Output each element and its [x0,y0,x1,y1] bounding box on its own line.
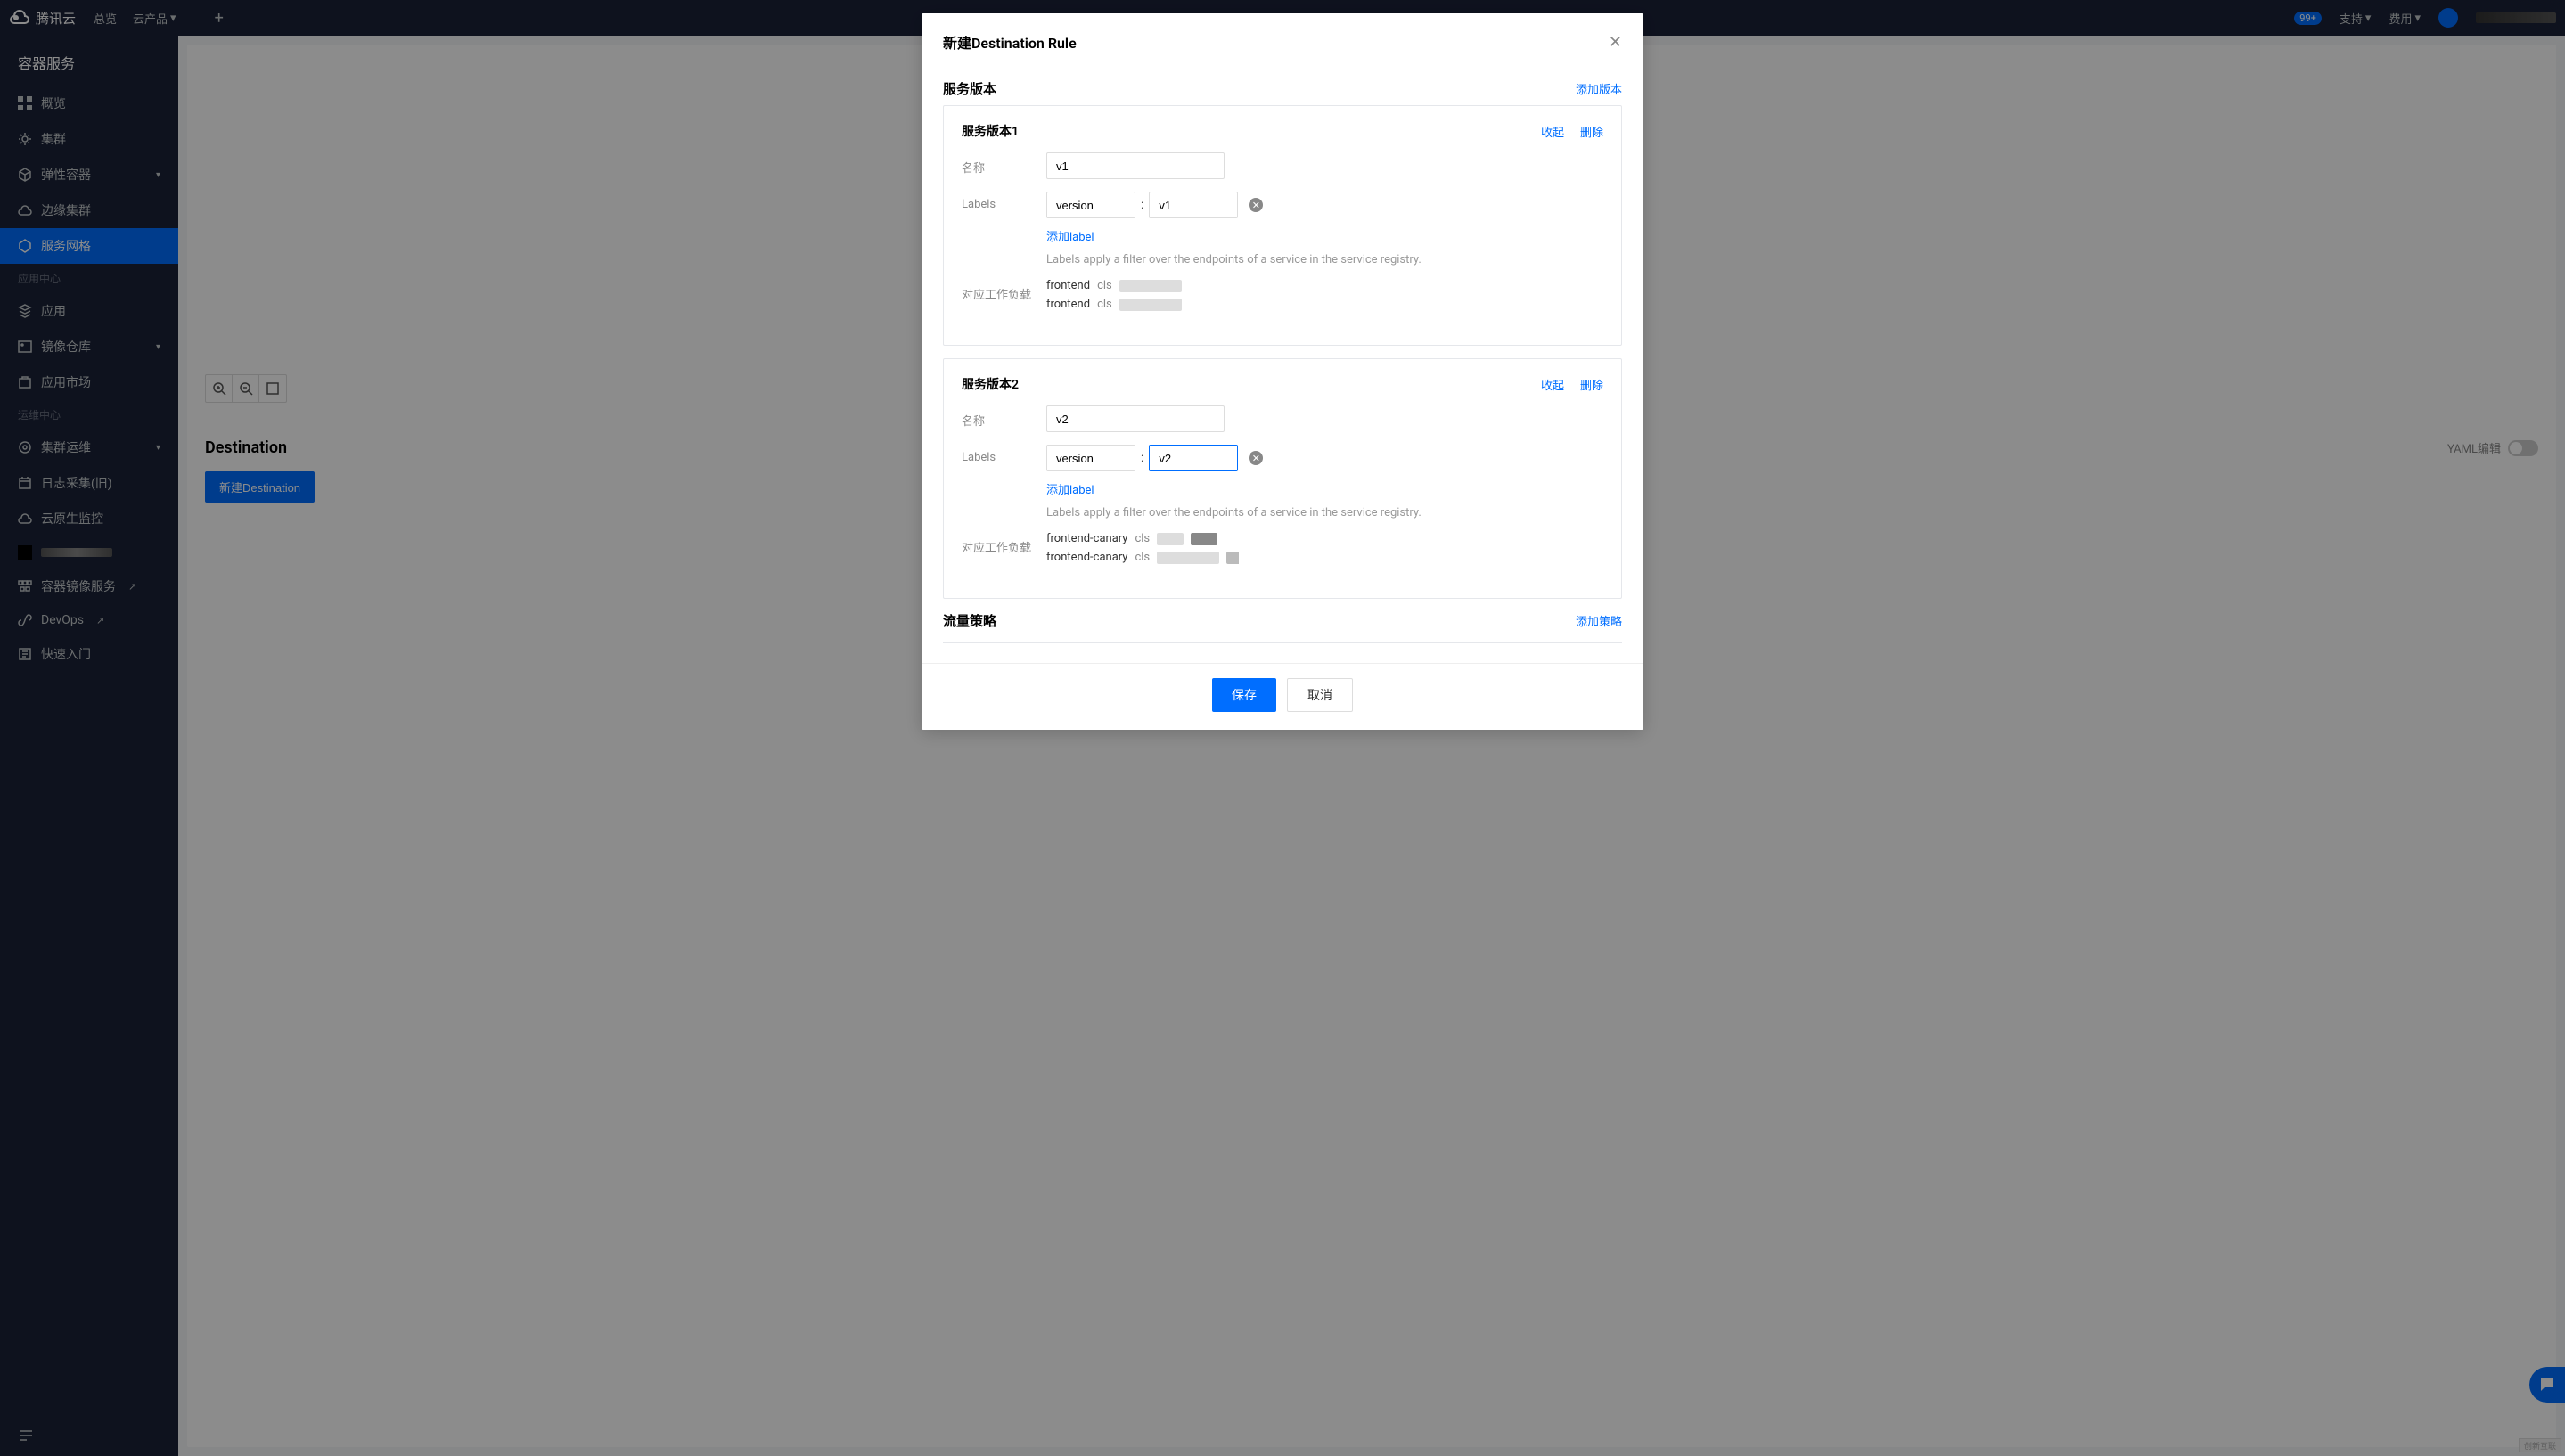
remove-label-icon[interactable]: ✕ [1249,198,1263,212]
workload-item: frontend cls [1046,279,1603,292]
name-label: 名称 [962,152,1046,176]
delete-link[interactable]: 删除 [1580,376,1603,393]
version-card-2: 服务版本2 收起 删除 名称 Labels : [943,358,1622,599]
close-icon[interactable]: ✕ [1609,33,1622,52]
workload-name: frontend [1046,279,1090,292]
workload-item: frontend cls [1046,298,1603,311]
workload-cls: cls [1097,279,1112,292]
cancel-button[interactable]: 取消 [1287,678,1353,712]
divider [943,642,1622,643]
remove-label-icon[interactable]: ✕ [1249,451,1263,465]
version-card-1: 服务版本1 收起 删除 名称 Labels : [943,105,1622,346]
labels-label: Labels [962,192,1046,211]
workload-cls: cls [1135,551,1150,564]
name-input[interactable] [1046,405,1225,432]
labels-label: Labels [962,445,1046,464]
version-card-title: 服务版本2 [962,375,1019,393]
label-key-input[interactable] [1046,445,1135,471]
name-row: 名称 [962,405,1603,432]
workload-name: frontend-canary [1046,532,1127,545]
service-version-label: 服务版本 [943,79,996,98]
label-key-input[interactable] [1046,192,1135,218]
modal-body: 服务版本 添加版本 服务版本1 收起 删除 名称 Labels [922,61,1643,663]
workload-masked [1191,533,1217,545]
workload-masked [1119,280,1182,292]
workload-masked [1157,533,1184,545]
add-label-link[interactable]: 添加label [1046,480,1094,497]
name-row: 名称 [962,152,1603,179]
collapse-link[interactable]: 收起 [1541,376,1564,393]
label-value-input[interactable] [1149,445,1238,471]
label-value-input[interactable] [1149,192,1238,218]
colon-separator: : [1141,198,1143,212]
add-label-link[interactable]: 添加label [1046,227,1094,244]
save-button[interactable]: 保存 [1212,678,1276,712]
labels-row: Labels : ✕ 添加label Labels apply a filter… [962,192,1603,266]
modal-header: 新建Destination Rule ✕ [922,13,1643,61]
workload-label: 对应工作负载 [962,279,1046,302]
workload-label: 对应工作负载 [962,532,1046,555]
workload-name: frontend-canary [1046,551,1127,564]
version-card-header: 服务版本2 收起 删除 [962,375,1603,393]
workload-item: frontend-canary cls [1046,551,1603,564]
traffic-policy-label: 流量策略 [943,611,996,630]
labels-row: Labels : ✕ 添加label Labels apply a filter… [962,445,1603,519]
add-version-link[interactable]: 添加版本 [1576,80,1622,97]
service-version-section-header: 服务版本 添加版本 [943,79,1622,98]
name-label: 名称 [962,405,1046,429]
new-destination-rule-modal: 新建Destination Rule ✕ 服务版本 添加版本 服务版本1 收起 … [922,13,1643,730]
workload-cls: cls [1097,298,1112,311]
collapse-link[interactable]: 收起 [1541,123,1564,140]
workload-cls: cls [1135,532,1150,545]
delete-link[interactable]: 删除 [1580,123,1603,140]
workload-masked [1157,552,1219,564]
version-card-title: 服务版本1 [962,122,1019,140]
colon-separator: : [1141,451,1143,465]
label-pair: : ✕ [1046,445,1603,471]
workload-row: 对应工作负载 frontend cls frontend cls [962,279,1603,316]
workload-row: 对应工作负载 frontend-canary cls frontend-cana… [962,532,1603,569]
modal-title: 新建Destination Rule [943,31,1077,53]
version-card-actions: 收起 删除 [1541,123,1603,140]
workload-item: frontend-canary cls [1046,532,1603,545]
modal-footer: 保存 取消 [922,663,1643,730]
labels-hint: Labels apply a filter over the endpoints… [1046,506,1603,519]
add-policy-link[interactable]: 添加策略 [1576,612,1622,629]
traffic-policy-section-header: 流量策略 添加策略 [943,611,1622,630]
label-pair: : ✕ [1046,192,1603,218]
name-input[interactable] [1046,152,1225,179]
version-card-actions: 收起 删除 [1541,376,1603,393]
labels-hint: Labels apply a filter over the endpoints… [1046,253,1603,266]
workload-masked [1119,299,1182,311]
workload-masked [1226,552,1239,564]
version-card-header: 服务版本1 收起 删除 [962,122,1603,140]
workload-name: frontend [1046,298,1090,311]
